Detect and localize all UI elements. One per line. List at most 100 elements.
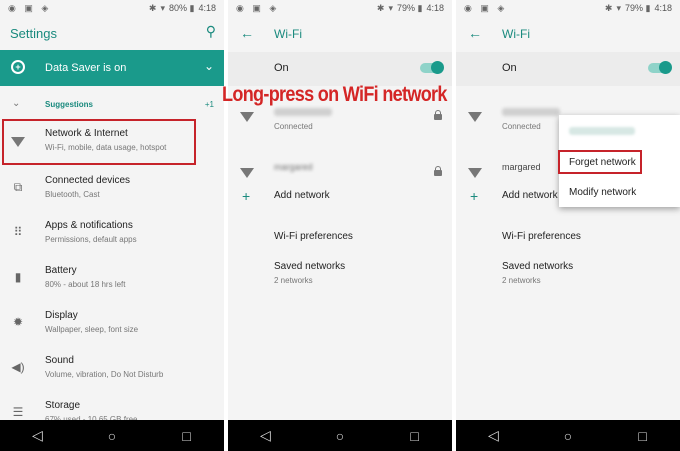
network-name-hidden <box>274 108 332 116</box>
wifi-header: ← Wi-Fi <box>228 16 452 52</box>
recents-nav-icon[interactable]: □ <box>172 428 202 444</box>
display-icon: ✹ <box>12 315 24 329</box>
highlight-box <box>558 150 642 174</box>
notification-icons: ◉ ▣ ◈ <box>8 3 52 13</box>
chevron-down-icon[interactable]: ⌄ <box>204 59 214 73</box>
wifi-panel: ◉ ▣ ◈ ✱ ▾ 79% ▮ 4:18 ← Wi-Fi On Connected m… <box>228 0 452 451</box>
status-right: ✱ ▾ 79% ▮ 4:18 <box>377 3 444 14</box>
battery-icon: ▮ <box>14 270 22 284</box>
on-label: On <box>502 62 517 74</box>
signal-icon: ▾ <box>160 3 165 13</box>
clock: 4:18 <box>654 3 672 13</box>
recents-nav-icon[interactable]: □ <box>628 428 658 444</box>
status-bar: ◉ ▣ ◈ ✱ ▾ 79% ▮ 4:18 <box>456 0 680 16</box>
nav-bar: ◁ ○ □ <box>0 420 224 451</box>
clock: 4:18 <box>198 3 216 13</box>
nav-bar: ◁ ○ □ <box>456 420 680 451</box>
add-network-row[interactable]: + Add network <box>228 185 452 209</box>
network-status: Connected <box>274 122 313 131</box>
network-name: margared <box>502 162 541 172</box>
item-subtitle: Bluetooth, Cast <box>45 190 100 199</box>
item-subtitle: 80% - about 18 hrs left <box>45 280 126 289</box>
settings-item-connected-devices[interactable]: ⧉ Connected devices Bluetooth, Cast <box>0 168 224 212</box>
settings-item-sound[interactable]: ◀) Sound Volume, vibration, Do Not Distu… <box>0 348 224 392</box>
wifi-icon <box>468 168 482 178</box>
battery-percent: 79% <box>396 3 415 13</box>
battery-icon: ▮ <box>645 3 651 13</box>
data-saver-icon: + <box>11 60 25 74</box>
annotation-text: Long-press on WiFi network <box>222 83 447 106</box>
bluetooth-icon: ✱ <box>376 3 385 13</box>
wifi-toggle[interactable] <box>648 61 672 74</box>
popup-network-name-hidden <box>569 127 635 135</box>
plus-icon: + <box>470 188 479 204</box>
add-network-label: Add network <box>502 190 558 201</box>
status-right: ✱ ▾ 80% ▮ 4:18 <box>149 3 216 14</box>
network-name: margared <box>274 162 313 172</box>
saved-networks[interactable]: Saved networks <box>274 261 345 272</box>
data-saver-label: Data Saver is on <box>45 62 127 74</box>
lock-icon <box>434 166 442 176</box>
recents-nav-icon[interactable]: □ <box>400 428 430 444</box>
item-title: Battery <box>45 265 77 276</box>
wifi-header: ← Wi-Fi <box>456 16 680 52</box>
highlight-box <box>2 119 196 165</box>
notification-icons: ◉ ▣ ◈ <box>464 3 508 13</box>
nav-bar: ◁ ○ □ <box>228 420 452 451</box>
settings-item-display[interactable]: ✹ Display Wallpaper, sleep, font size <box>0 303 224 347</box>
search-icon[interactable]: ⚲ <box>206 23 216 40</box>
back-nav-icon[interactable]: ◁ <box>250 427 280 444</box>
data-saver-banner[interactable]: + Data Saver is on ⌄ <box>0 50 224 86</box>
item-title: Sound <box>45 355 74 366</box>
notification-icons: ◉ ▣ ◈ <box>236 3 280 13</box>
item-title: Storage <box>45 400 81 411</box>
page-title: Settings <box>10 26 57 41</box>
wifi-popup-panel: ◉ ▣ ◈ ✱ ▾ 79% ▮ 4:18 ← Wi-Fi On Connected m… <box>456 0 680 451</box>
status-bar: ◉ ▣ ◈ ✱ ▾ 80% ▮ 4:18 <box>0 0 224 16</box>
wifi-preferences[interactable]: Wi-Fi preferences <box>274 231 353 242</box>
page-title: Wi-Fi <box>274 27 302 41</box>
item-title: Connected devices <box>45 175 131 186</box>
plus-icon: + <box>242 188 251 204</box>
back-arrow-icon[interactable]: ← <box>240 25 254 41</box>
suggestions-count: +1 <box>204 100 214 109</box>
back-nav-icon[interactable]: ◁ <box>478 427 508 444</box>
clock: 4:18 <box>426 3 444 13</box>
wifi-icon <box>240 112 254 122</box>
wifi-toggle-row[interactable]: On <box>456 52 680 86</box>
chevron-down-icon: ⌄ <box>12 98 21 109</box>
wifi-preferences[interactable]: Wi-Fi preferences <box>502 231 581 242</box>
devices-icon: ⧉ <box>13 180 23 194</box>
network-status: Connected <box>502 122 541 131</box>
item-title: Apps & notifications <box>45 220 133 231</box>
settings-item-battery[interactable]: ▮ Battery 80% - about 18 hrs left <box>0 258 224 302</box>
wifi-toggle[interactable] <box>420 61 444 74</box>
saved-networks[interactable]: Saved networks <box>502 261 573 272</box>
wifi-toggle-row[interactable]: On <box>228 52 452 86</box>
item-subtitle: Permissions, default apps <box>45 235 137 244</box>
suggestions-row[interactable]: ⌄ Suggestions +1 <box>0 98 224 116</box>
add-network-label: Add network <box>274 190 330 201</box>
on-label: On <box>274 62 289 74</box>
saved-networks-count: 2 networks <box>502 276 541 285</box>
status-right: ✱ ▾ 79% ▮ 4:18 <box>605 3 672 14</box>
apps-icon: ⠿ <box>13 225 23 239</box>
back-arrow-icon[interactable]: ← <box>468 25 482 41</box>
battery-percent: 80% <box>168 3 187 13</box>
settings-header: Settings ⚲ <box>0 16 224 50</box>
suggestions-label: Suggestions <box>45 100 94 109</box>
item-subtitle: Volume, vibration, Do Not Disturb <box>45 370 164 379</box>
home-nav-icon[interactable]: ○ <box>325 428 355 444</box>
home-nav-icon[interactable]: ○ <box>97 428 127 444</box>
lock-icon <box>434 110 442 120</box>
settings-item-apps[interactable]: ⠿ Apps & notifications Permissions, defa… <box>0 213 224 257</box>
battery-icon: ▮ <box>189 3 195 13</box>
wifi-icon <box>468 112 482 122</box>
signal-icon: ▾ <box>388 3 393 13</box>
home-nav-icon[interactable]: ○ <box>553 428 583 444</box>
back-nav-icon[interactable]: ◁ <box>22 427 52 444</box>
wifi-icon <box>240 168 254 178</box>
modify-network-menu-item[interactable]: Modify network <box>569 187 636 198</box>
bluetooth-icon: ✱ <box>604 3 613 13</box>
page-title: Wi-Fi <box>502 27 530 41</box>
